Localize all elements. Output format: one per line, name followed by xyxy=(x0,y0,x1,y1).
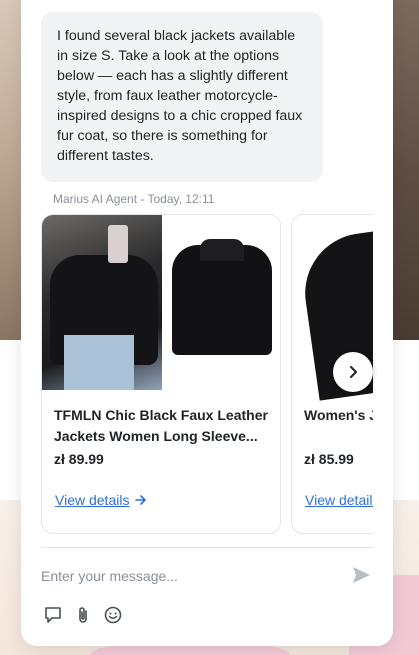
product-title: TFMLN Chic Black Faux Leather Jackets Wo… xyxy=(54,407,268,444)
attach-button[interactable] xyxy=(73,604,93,626)
background-photo-right xyxy=(391,0,419,340)
view-details-link[interactable]: View details xyxy=(55,492,147,508)
product-card[interactable]: TFMLN Chic Black Faux Leather Jackets Wo… xyxy=(41,214,281,534)
send-icon[interactable] xyxy=(350,564,372,586)
feedback-icon xyxy=(45,607,61,623)
view-details-label: View details xyxy=(305,492,373,508)
product-price: zł 85.99 xyxy=(304,451,354,467)
agent-message-bubble: I found several black jackets available … xyxy=(41,12,323,182)
view-details-label: View details xyxy=(55,492,130,508)
composer-divider xyxy=(41,547,373,548)
carousel-next-button[interactable] xyxy=(333,352,373,392)
view-details-link[interactable]: View details xyxy=(305,492,373,508)
product-image-model xyxy=(42,215,162,390)
paperclip-icon xyxy=(79,607,87,623)
feedback-button[interactable] xyxy=(43,604,63,626)
message-meta: Marius AI Agent - Today, 12:11 xyxy=(53,192,215,206)
product-carousel: TFMLN Chic Black Faux Leather Jackets Wo… xyxy=(41,214,373,534)
chevron-right-icon xyxy=(350,366,357,378)
emoji-button[interactable] xyxy=(103,604,123,626)
message-input[interactable] xyxy=(41,564,331,588)
product-images xyxy=(42,215,280,390)
arrow-right-icon xyxy=(135,495,147,505)
product-title: Women's J... Black Long... xyxy=(304,407,373,423)
composer-toolbar xyxy=(43,604,123,626)
emoji-icon xyxy=(104,606,122,624)
product-image-flat xyxy=(162,215,280,390)
chat-widget: I found several black jackets available … xyxy=(21,0,393,646)
product-price: zł 89.99 xyxy=(54,451,104,467)
